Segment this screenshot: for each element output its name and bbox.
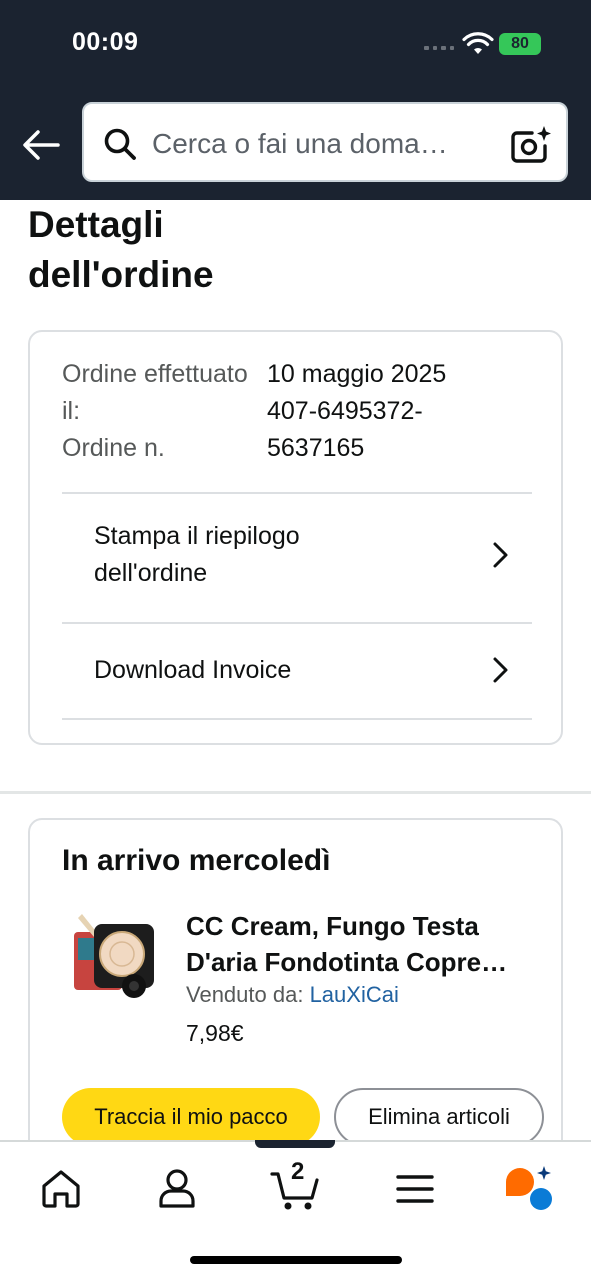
chevron-right-icon bbox=[493, 657, 508, 683]
search-icon bbox=[104, 128, 136, 160]
order-number-value: 407-6495372-5637165 bbox=[267, 397, 423, 462]
divider bbox=[62, 492, 532, 494]
shipment-card: In arrivo mercoledì CC Cream, Fungo Test… bbox=[28, 818, 563, 1158]
download-invoice-label: Download Invoice bbox=[94, 655, 292, 684]
chevron-right-icon bbox=[493, 542, 508, 568]
product-image[interactable] bbox=[68, 912, 160, 1004]
account-icon[interactable] bbox=[152, 1164, 202, 1214]
top-header: 00:09 80 bbox=[0, 0, 591, 200]
search-bar[interactable] bbox=[82, 102, 568, 182]
active-tab-indicator bbox=[255, 1140, 335, 1148]
page-title: Dettagli dell'ordine bbox=[28, 204, 214, 295]
status-time: 00:09 bbox=[72, 28, 139, 56]
camera-search-icon[interactable] bbox=[508, 124, 552, 166]
divider bbox=[62, 718, 532, 720]
order-date-value: 10 maggio 2025 bbox=[267, 360, 447, 388]
print-summary-link[interactable]: Stampa il riepilogo dell'ordine bbox=[62, 518, 532, 592]
section-separator bbox=[0, 791, 591, 794]
back-arrow-icon[interactable] bbox=[20, 124, 62, 166]
rufus-assistant-icon[interactable] bbox=[504, 1164, 554, 1214]
seller-link[interactable]: LauXiCai bbox=[310, 982, 399, 1007]
battery-level: 80 bbox=[511, 35, 529, 52]
download-invoice-link[interactable]: Download Invoice bbox=[62, 650, 532, 690]
order-number-label: Ordine n. bbox=[62, 434, 165, 462]
menu-icon[interactable] bbox=[390, 1164, 440, 1214]
delivery-status-title: In arrivo mercoledì bbox=[62, 844, 331, 877]
seller-label: Venduto da: bbox=[186, 982, 310, 1007]
remove-items-button[interactable]: Elimina articoli bbox=[334, 1088, 544, 1146]
product-price: 7,98€ bbox=[186, 1020, 244, 1046]
cart-count-badge: 2 bbox=[291, 1158, 305, 1185]
track-package-button[interactable]: Traccia il mio pacco bbox=[62, 1088, 320, 1146]
order-info-card: Ordine effettuato il: 10 maggio 2025 Ord… bbox=[28, 330, 563, 745]
seller-line: Venduto da: LauXiCai bbox=[186, 982, 399, 1008]
wifi-icon bbox=[462, 32, 494, 54]
order-date-label: Ordine effettuato il: bbox=[62, 360, 248, 425]
divider bbox=[62, 622, 532, 624]
product-title[interactable]: CC Cream, Fungo Testa D'aria Fondotinta … bbox=[186, 908, 536, 980]
signal-icon bbox=[424, 46, 454, 52]
print-summary-label: Stampa il riepilogo dell'ordine bbox=[94, 522, 300, 587]
search-input[interactable] bbox=[152, 128, 492, 160]
home-icon[interactable] bbox=[36, 1164, 86, 1214]
home-indicator bbox=[190, 1256, 402, 1264]
battery-indicator: 80 bbox=[499, 33, 541, 55]
